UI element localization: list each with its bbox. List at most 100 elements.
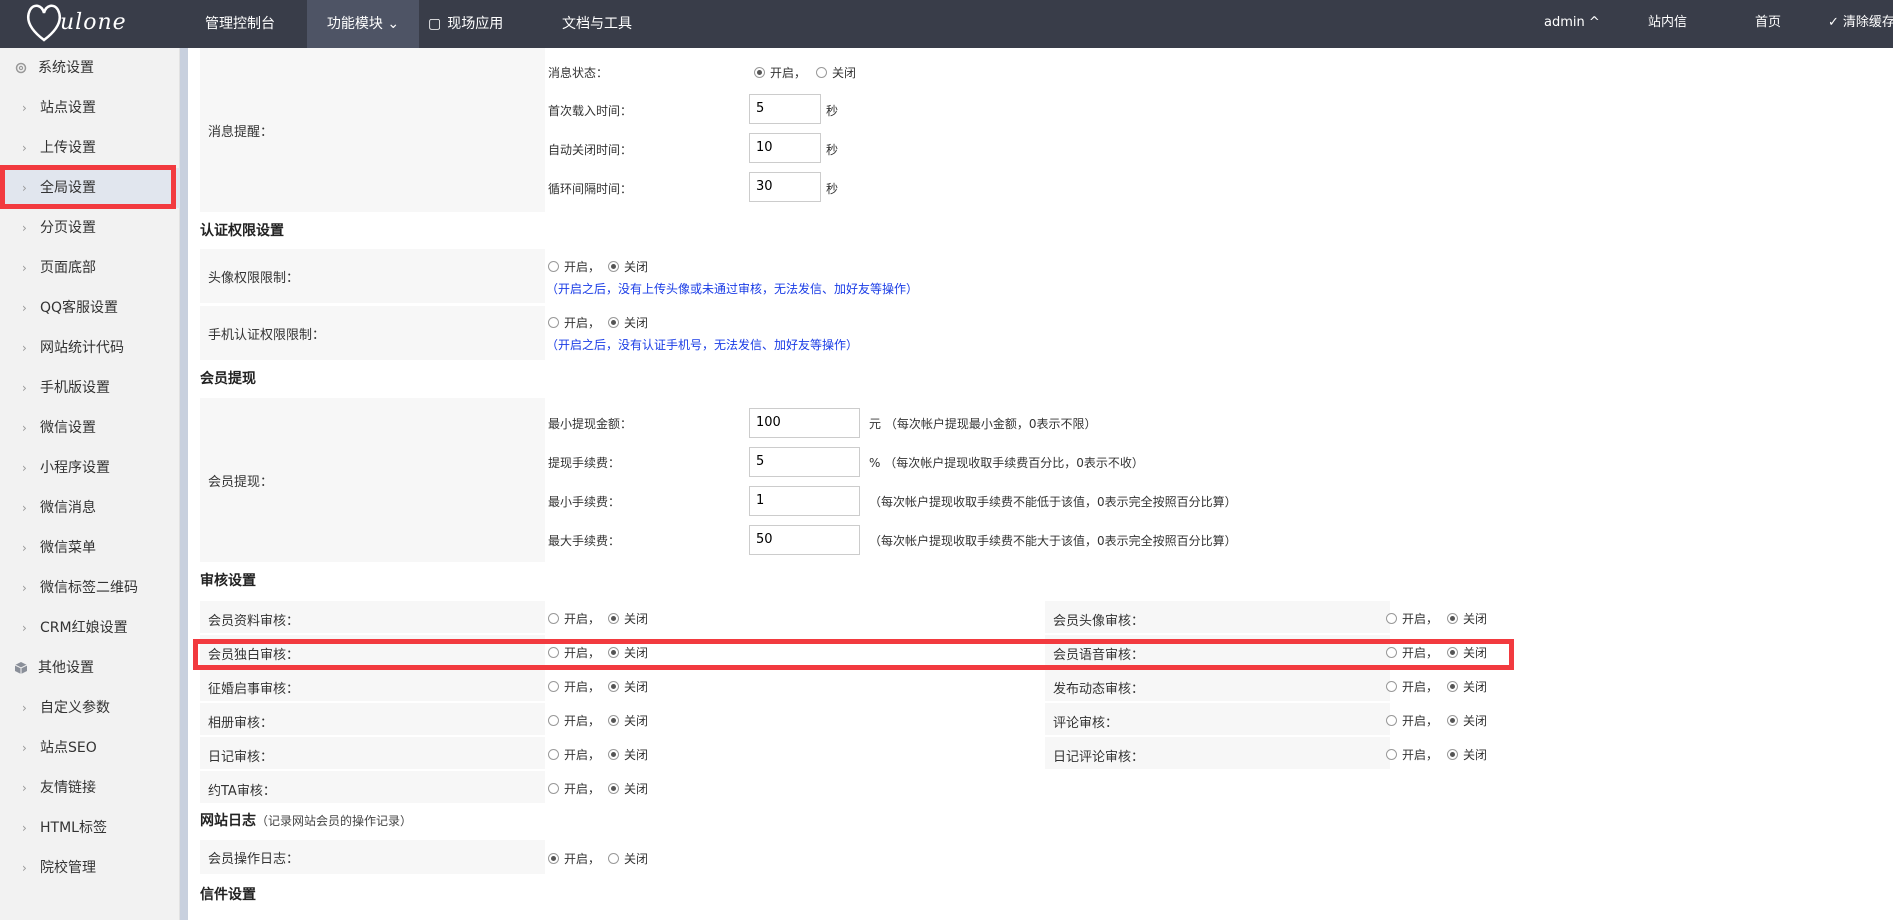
auto-close-unit: 秒: [826, 143, 839, 157]
review-marriage-ad-label: 征婚启事审核：: [208, 682, 300, 697]
nav-live-apps[interactable]: ▢ 现场应用: [428, 0, 528, 48]
sidebar-item-upload[interactable]: › 上传设置: [0, 128, 180, 168]
main-content: 消息提醒： 消息状态： 开启， 关闭 首次载入时间： 5 秒 自动关闭时间： 1…: [188, 48, 1893, 920]
log-section-note: （记录网站会员的操作记录）: [256, 814, 413, 828]
brand-logo[interactable]: ulone: [24, 0, 164, 48]
heart-logo-icon: [27, 4, 61, 42]
sidebar-item-html-tags[interactable]: › HTML标签: [0, 808, 180, 848]
review-comment-on-radio[interactable]: 开启，: [1386, 712, 1438, 729]
user-menu[interactable]: admin ^: [1544, 0, 1600, 48]
nav-docs-tools[interactable]: 文档与工具: [562, 0, 662, 48]
sidebar-item-custom-params[interactable]: › 自定义参数: [0, 688, 180, 728]
review-date-label: 约TA审核：: [208, 784, 276, 799]
review-album-off-radio[interactable]: 关闭: [608, 712, 648, 729]
chevron-right-icon: ›: [22, 381, 27, 395]
review-date-on-radio[interactable]: 开启，: [548, 780, 600, 797]
sidebar-item-wechat-menu[interactable]: › 微信菜单: [0, 528, 180, 568]
review-diary-comment-on-radio[interactable]: 开启，: [1386, 746, 1438, 763]
cube-icon: ▢: [428, 16, 442, 32]
chevron-right-icon: ›: [22, 821, 27, 835]
review-date-off-radio[interactable]: 关闭: [608, 780, 648, 797]
review-album-on-radio[interactable]: 开启，: [548, 712, 600, 729]
brand-logo-text: ulone: [60, 10, 127, 35]
highlight-box-sidebar: [0, 165, 176, 209]
phone-limit-label-cell: 手机认证权限限制：: [200, 306, 545, 360]
avatar-limit-off-radio[interactable]: 关闭: [608, 258, 648, 275]
chevron-right-icon: ›: [22, 581, 27, 595]
highlight-box-review-row: [193, 639, 1514, 670]
review-diary-off-radio[interactable]: 关闭: [608, 746, 648, 763]
max-fee-input[interactable]: 50: [749, 525, 860, 555]
sidebar-item-wechat[interactable]: › 微信设置: [0, 408, 180, 448]
min-amount-input[interactable]: 100: [749, 408, 860, 438]
max-fee-label: 最大手续费：: [548, 534, 621, 548]
chevron-right-icon: ›: [22, 421, 27, 435]
sidebar-item-site[interactable]: › 站点设置: [0, 88, 180, 128]
log-off-radio[interactable]: 关闭: [608, 850, 648, 867]
chevron-down-icon: ⌄: [387, 16, 400, 32]
avatar-limit-on-radio[interactable]: 开启，: [548, 258, 600, 275]
chevron-right-icon: ›: [22, 301, 27, 315]
phone-limit-hint: （开启之后，没有认证手机号，无法发信、加好友等操作）: [546, 338, 859, 352]
home-link[interactable]: 首页: [1755, 0, 1781, 48]
sidebar-item-seo[interactable]: › 站点SEO: [0, 728, 180, 768]
avatar-limit-label-cell: 头像权限限制：: [200, 249, 545, 303]
fee-label: 提现手续费：: [548, 456, 621, 470]
review-avatar-off-radio[interactable]: 关闭: [1447, 610, 1487, 627]
inbox-link[interactable]: 站内信: [1648, 0, 1687, 48]
review-marriage-ad-off-radio[interactable]: 关闭: [608, 678, 648, 695]
review-post-on-radio[interactable]: 开启，: [1386, 678, 1438, 695]
sidebar-item-wechat-message[interactable]: › 微信消息: [0, 488, 180, 528]
sidebar-item-miniprogram[interactable]: › 小程序设置: [0, 448, 180, 488]
review-post-off-radio[interactable]: 关闭: [1447, 678, 1487, 695]
log-label-cell: 会员操作日志：: [200, 840, 545, 874]
withdraw-section-title: 会员提现: [200, 371, 256, 387]
review-profile-label: 会员资料审核：: [208, 614, 300, 629]
clear-cache-button[interactable]: ✓ 清除缓存: [1828, 0, 1893, 48]
chevron-right-icon: ›: [22, 621, 27, 635]
chevron-right-icon: ›: [22, 461, 27, 475]
sidebar-item-mobile[interactable]: › 手机版设置: [0, 368, 180, 408]
sidebar-item-pagination[interactable]: › 分页设置: [0, 208, 180, 248]
sidebar-item-crm[interactable]: › CRM红娘设置: [0, 608, 180, 648]
sidebar-item-wechat-qrcode[interactable]: › 微信标签二维码: [0, 568, 180, 608]
sidebar-item-footer[interactable]: › 页面底部: [0, 248, 180, 288]
top-navbar: ulone 管理控制台 功能模块 ⌄ ▢ 现场应用 文档与工具 admin ^ 站…: [0, 0, 1893, 48]
review-diary-on-radio[interactable]: 开启，: [548, 746, 600, 763]
auth-section-title: 认证权限设置: [200, 223, 284, 239]
auto-close-label: 自动关闭时间：: [548, 143, 633, 157]
review-section-title: 审核设置: [200, 573, 256, 589]
phone-limit-on-radio[interactable]: 开启，: [548, 314, 600, 331]
phone-limit-off-radio[interactable]: 关闭: [608, 314, 648, 331]
fee-input[interactable]: 5: [749, 447, 860, 477]
chevron-right-icon: ›: [22, 861, 27, 875]
log-section-title: 网站日志（记录网站会员的操作记录）: [200, 813, 413, 829]
sidebar-item-schools[interactable]: › 院校管理: [0, 848, 180, 888]
review-diary-comment-off-radio[interactable]: 关闭: [1447, 746, 1487, 763]
first-load-input[interactable]: 5: [749, 94, 821, 124]
sidebar-scrollbar[interactable]: [180, 48, 188, 920]
sidebar-item-stats-code[interactable]: › 网站统计代码: [0, 328, 180, 368]
review-profile-on-radio[interactable]: 开启，: [548, 610, 600, 627]
chevron-right-icon: ›: [22, 781, 27, 795]
sidebar-item-qq-service[interactable]: › QQ客服设置: [0, 288, 180, 328]
review-avatar-on-radio[interactable]: 开启，: [1386, 610, 1438, 627]
sidebar-group-other[interactable]: 其他设置: [0, 648, 180, 688]
min-fee-input[interactable]: 1: [749, 486, 860, 516]
sidebar-group-system[interactable]: 系统设置: [0, 48, 180, 88]
interval-input[interactable]: 30: [749, 172, 821, 202]
review-profile-off-radio[interactable]: 关闭: [608, 610, 648, 627]
gear-icon: [12, 48, 30, 88]
min-amount-unit: 元 （每次帐户提现最小金额，0表示不限）: [869, 417, 1097, 431]
sidebar-item-links[interactable]: › 友情链接: [0, 768, 180, 808]
box-icon: [12, 648, 30, 688]
chevron-right-icon: ›: [22, 101, 27, 115]
message-status-off-radio[interactable]: 关闭: [816, 64, 856, 81]
auto-close-input[interactable]: 10: [749, 133, 821, 163]
nav-function-modules[interactable]: 功能模块 ⌄: [307, 0, 419, 48]
nav-admin-console[interactable]: 管理控制台: [186, 0, 294, 48]
message-status-on-radio[interactable]: 开启，: [754, 64, 806, 81]
review-marriage-ad-on-radio[interactable]: 开启，: [548, 678, 600, 695]
review-comment-off-radio[interactable]: 关闭: [1447, 712, 1487, 729]
log-on-radio[interactable]: 开启，: [548, 850, 600, 867]
